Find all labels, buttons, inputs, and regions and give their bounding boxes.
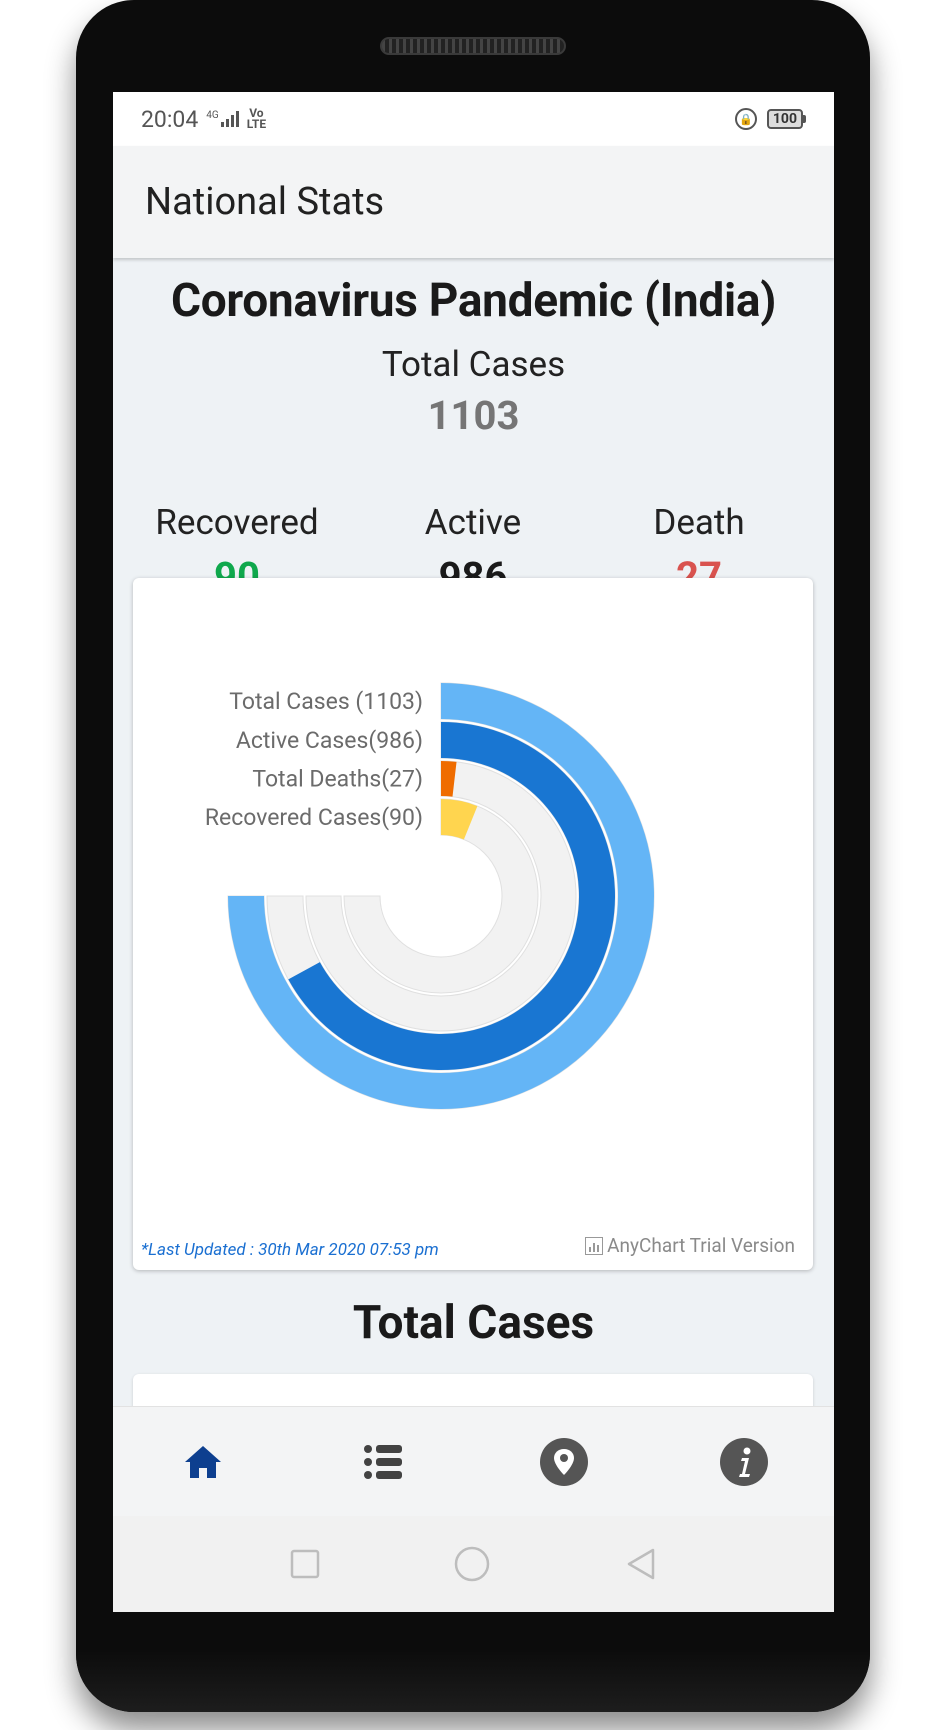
app-title: National Stats [145, 180, 385, 224]
back-icon[interactable] [625, 1547, 657, 1581]
page-heading: Coronavirus Pandemic (India) [170, 274, 777, 328]
battery-level: 100 [766, 109, 803, 129]
rotation-lock-icon: 🔒 [734, 108, 757, 130]
nav-map[interactable] [519, 1417, 609, 1507]
watermark-text: AnyChart Trial Version [607, 1234, 795, 1257]
nav-list[interactable] [338, 1417, 428, 1507]
signal-icon: 4G [206, 110, 239, 127]
system-nav-bar [113, 1516, 834, 1612]
recovered-label: Recovered [155, 502, 319, 543]
network-type: 4G [206, 110, 219, 121]
chart-card: Total Cases (1103) Active Cases(986) Total… [133, 578, 813, 1270]
nav-home[interactable] [158, 1417, 248, 1507]
recents-icon[interactable] [290, 1549, 320, 1579]
phone-chin [76, 1650, 870, 1712]
screen: 20:04 4G Vo LTE 🔒 100 National Stats Cor… [113, 92, 834, 1612]
battery-icon: 100 [766, 109, 806, 129]
home-circle-icon[interactable] [454, 1546, 490, 1582]
volte-icon: Vo LTE [246, 106, 267, 131]
app-bar: National Stats [113, 146, 834, 258]
list-icon [364, 1444, 403, 1479]
radial-bar-chart: Total Cases (1103) Active Cases(986) Total… [205, 682, 655, 1110]
bottom-nav [113, 1406, 834, 1516]
home-icon [185, 1445, 222, 1478]
section-heading: Total Cases [352, 1296, 595, 1350]
total-cases-label: Total Cases [381, 344, 566, 385]
map-pin-icon [539, 1437, 588, 1486]
anychart-watermark[interactable]: AnyChart Trial Version [585, 1234, 795, 1257]
series-label: Recovered Cases(90) [205, 804, 423, 831]
series-label: Total Deaths(27) [252, 766, 423, 793]
series-label: Total Cases (1103) [229, 688, 423, 715]
info-icon [719, 1437, 768, 1486]
phone-speaker [380, 37, 566, 55]
death-label: Death [653, 502, 745, 543]
status-bar: 20:04 4G Vo LTE 🔒 100 [113, 92, 834, 146]
series-label: Active Cases(986) [236, 727, 423, 754]
total-cases-value: 1103 [427, 392, 520, 439]
last-updated: *Last Updated : 30th Mar 2020 07:53 pm [141, 1240, 439, 1260]
chart-icon [585, 1236, 604, 1255]
active-label: Active [424, 502, 522, 543]
nav-info[interactable] [699, 1417, 789, 1507]
status-time: 20:04 [141, 105, 199, 133]
